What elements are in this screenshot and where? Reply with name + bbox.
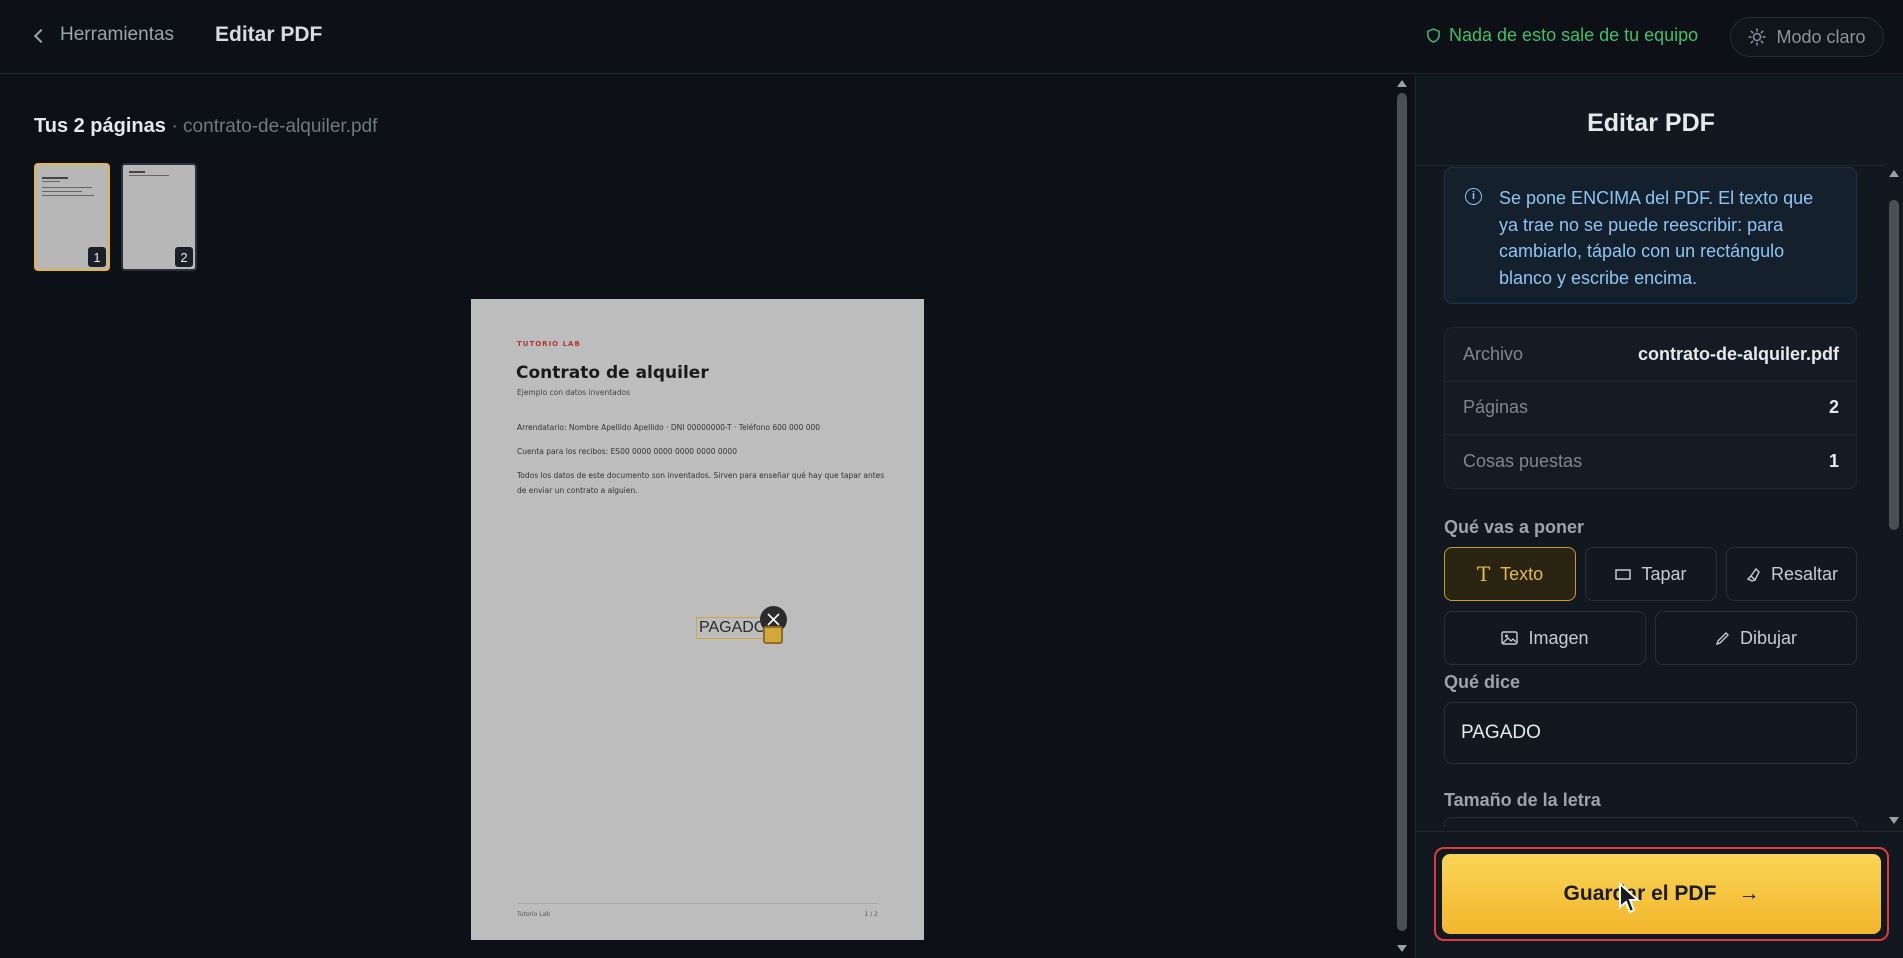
- font-size-input[interactable]: [1444, 817, 1857, 827]
- info-callout: i Se pone ENCIMA del PDF. El texto que y…: [1444, 167, 1857, 304]
- pdf-footer-right: 1 / 2: [864, 911, 878, 918]
- scroll-down-arrow-icon[interactable]: [1397, 945, 1407, 952]
- mouse-pointer-icon: [1619, 882, 1640, 914]
- theme-toggle-label: Modo claro: [1776, 26, 1866, 47]
- page-thumbnail-1[interactable]: 1: [34, 163, 110, 271]
- tool-dibujar-button[interactable]: Dibujar: [1655, 611, 1857, 665]
- info-text: Se pone ENCIMA del PDF. El texto que ya …: [1499, 188, 1814, 288]
- pages-heading: Tus 2 páginas · contrato-de-alquiler.pdf: [34, 115, 377, 138]
- file-stats: Archivo contrato-de-alquiler.pdf Páginas…: [1444, 327, 1857, 489]
- stat-row-paginas: Páginas 2: [1445, 382, 1856, 435]
- text-field-label: Qué dice: [1444, 672, 1521, 692]
- text-content-input[interactable]: PAGADO: [1444, 702, 1857, 764]
- back-link[interactable]: Herramientas: [33, 24, 175, 46]
- pdf-paragraph: Todos los datos de este documento son in…: [517, 471, 885, 495]
- panel-scrollbar[interactable]: [1885, 165, 1903, 830]
- stat-value: 2: [1828, 397, 1839, 418]
- stat-value: contrato-de-alquiler.pdf: [1637, 343, 1839, 364]
- save-pdf-button[interactable]: Guardar el PDF →: [1442, 854, 1881, 934]
- pdf-footer-left: Tutorio Lab: [517, 911, 551, 918]
- scrollbar-thumb[interactable]: [1889, 200, 1899, 530]
- image-icon: [1501, 631, 1519, 645]
- tool-imagen-button[interactable]: Imagen: [1444, 611, 1646, 665]
- pdf-page-canvas[interactable]: TUTORIO LAB Contrato de alquiler Ejemplo…: [471, 299, 924, 940]
- tool-label: Imagen: [1528, 627, 1589, 648]
- stat-label: Archivo: [1463, 343, 1524, 364]
- tool-resaltar-button[interactable]: Resaltar: [1726, 547, 1857, 601]
- canvas-area: Tus 2 páginas · contrato-de-alquiler.pdf…: [0, 75, 1393, 958]
- canvas-scrollbar[interactable]: [1393, 75, 1411, 958]
- pdf-paragraph: Arrendatario: Nombre Apellido Apellido ·…: [517, 423, 821, 432]
- tool-label: Resaltar: [1770, 563, 1839, 584]
- pdf-title: Contrato de alquiler: [516, 363, 709, 383]
- pencil-icon: [1715, 631, 1729, 645]
- tool-section-label: Qué vas a poner: [1444, 517, 1585, 537]
- tool-label: Dibujar: [1739, 627, 1798, 648]
- tool-tapar-button[interactable]: Tapar: [1585, 547, 1717, 601]
- resize-handle[interactable]: [763, 626, 783, 644]
- stat-row-cosas: Cosas puestas 1: [1445, 435, 1856, 489]
- stat-label: Cosas puestas: [1463, 451, 1583, 472]
- tool-label: Texto: [1500, 563, 1544, 584]
- pdf-paragraph: Cuenta para los recibos: ES00 0000 0000 …: [517, 447, 737, 456]
- highlighter-icon: [1746, 567, 1760, 582]
- scroll-down-arrow-icon[interactable]: [1889, 817, 1899, 824]
- scroll-up-arrow-icon[interactable]: [1397, 80, 1407, 87]
- info-icon: i: [1465, 188, 1482, 205]
- shield-icon: [1427, 28, 1440, 43]
- panel-divider: [1416, 165, 1886, 166]
- privacy-notice: Nada de esto sale de tu equipo: [1427, 25, 1698, 46]
- pdf-brand: TUTORIO LAB: [517, 340, 581, 348]
- rectangle-icon: [1615, 568, 1632, 580]
- tool-label: Tapar: [1641, 563, 1687, 584]
- tool-texto-button[interactable]: T Texto: [1444, 547, 1576, 601]
- privacy-text: Nada de esto sale de tu equipo: [1449, 25, 1699, 45]
- arrow-right-icon: →: [1738, 882, 1760, 905]
- stat-label: Páginas: [1463, 397, 1529, 418]
- font-size-label: Tamaño de la letra: [1444, 790, 1601, 810]
- edit-panel: Editar PDF i Se pone ENCIMA del PDF. El …: [1415, 75, 1903, 958]
- stat-value: 1: [1828, 451, 1839, 472]
- text-tool-icon: T: [1476, 562, 1491, 586]
- back-label: Herramientas: [60, 24, 175, 45]
- panel-title: Editar PDF: [1587, 109, 1715, 137]
- thumbnail-page-number: 1: [88, 247, 106, 267]
- scrollbar-thumb[interactable]: [1397, 93, 1407, 931]
- sun-icon: [1748, 28, 1767, 46]
- file-name-label: · contrato-de-alquiler.pdf: [171, 116, 378, 137]
- theme-toggle-button[interactable]: Modo claro: [1730, 17, 1884, 57]
- page-title: Editar PDF: [215, 23, 323, 46]
- close-icon: [767, 613, 780, 626]
- chevron-left-icon: [33, 28, 49, 43]
- thumbnail-page-number: 2: [175, 247, 193, 267]
- pages-count-label: Tus 2 páginas: [34, 115, 166, 137]
- placed-text-item[interactable]: PAGADO: [696, 617, 770, 639]
- pdf-subtitle: Ejemplo con datos inventados: [517, 388, 631, 397]
- top-bar: Herramientas Editar PDF Nada de esto sal…: [0, 0, 1903, 74]
- pdf-footer-divider: [517, 903, 878, 904]
- scroll-up-arrow-icon[interactable]: [1889, 170, 1899, 177]
- stat-row-archivo: Archivo contrato-de-alquiler.pdf: [1445, 328, 1856, 382]
- page-thumbnail-2[interactable]: 2: [121, 163, 197, 271]
